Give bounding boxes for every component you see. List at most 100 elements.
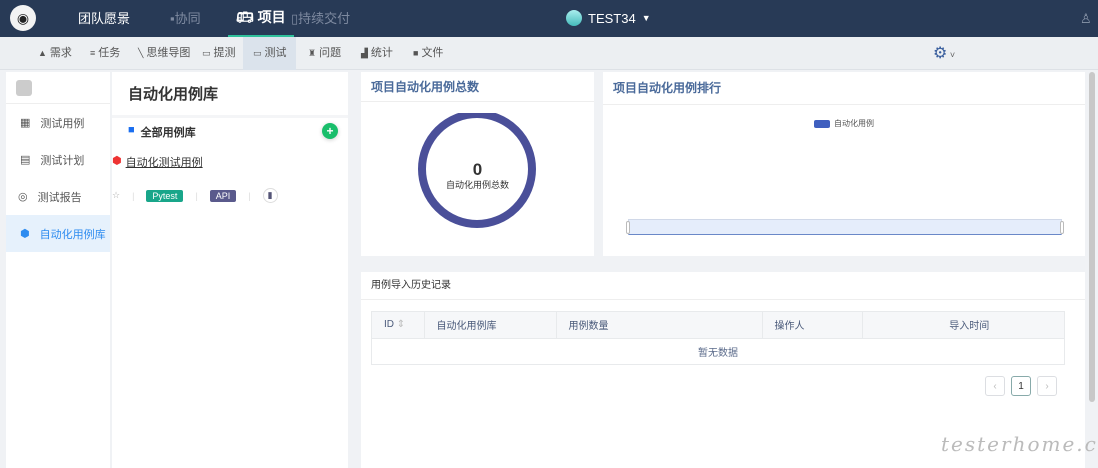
total-label: 自动化用例总数 [445, 180, 509, 190]
sidebar-item-test-report[interactable]: ◎ 测试报告 [6, 178, 110, 215]
user-icon[interactable]: ♙ [1080, 11, 1092, 27]
monitor-icon: ▭ [202, 48, 211, 58]
divider: | [195, 190, 198, 201]
collapse-toggle[interactable] [6, 72, 110, 104]
nav-project-label: 项目 [257, 9, 286, 25]
chart-legend[interactable]: 自动化用例 [814, 118, 874, 129]
col-count: 用例数量 [556, 312, 763, 339]
tag-api: API [209, 189, 237, 202]
report-icon: ◎ [18, 191, 28, 203]
label: 测试报告 [37, 191, 82, 204]
sidebar: ▦ 测试用例 ▤ 测试计划 ◎ 测试报告 ⬢ 自动化用例库 [6, 72, 110, 468]
page-1-button[interactable]: 1 [1011, 376, 1031, 396]
ranking-card: 项目自动化用例排行 自动化用例 [603, 72, 1085, 256]
label: 任务 [98, 47, 121, 59]
nav-project[interactable]: 🚌︎ 项目 [228, 0, 294, 37]
sidebar-item-test-plan[interactable]: ▤ 测试计划 [6, 141, 110, 178]
star-icon[interactable]: ☆ [112, 190, 120, 201]
library-title: 自动化用例库 [112, 72, 348, 118]
project-name: TEST34 [588, 10, 636, 26]
card-title: 项目自动化用例排行 [603, 72, 1085, 105]
top-bar: ◉ 团队愿景 ▪协同 🚌︎ 项目 ▯持续交付 TEST34 ▼ ♙ [0, 0, 1098, 37]
card-title: 项目自动化用例总数 [361, 72, 594, 102]
empty-message: 暂无数据 [698, 347, 738, 359]
label: 需求 [49, 47, 72, 59]
cube-icon: ⬢ [112, 155, 122, 167]
cube-icon: ⬢ [20, 228, 30, 240]
col-library: 自动化用例库 [424, 312, 557, 339]
label: 提测 [213, 47, 236, 59]
watermark: testerhome.com [941, 432, 1098, 456]
col-operator: 操作人 [762, 312, 863, 339]
caret-down-icon: ▼ [641, 13, 651, 23]
sidebar-item-automation-library[interactable]: ⬢ 自动化用例库 [6, 215, 110, 252]
col-import-time: 导入时间 [862, 312, 1064, 339]
label: 测试用例 [40, 117, 85, 130]
all-libraries[interactable]: ■ 全部用例库 [128, 124, 196, 140]
total-card: 项目自动化用例总数 0 自动化用例总数 [361, 72, 594, 256]
settings-gear-icon[interactable]: ⚙ ˅ [933, 43, 955, 63]
label: 问题 [319, 47, 342, 59]
subnav-requirements[interactable]: ▲ 需求 [34, 37, 76, 70]
col-id[interactable]: ID ⇕ [372, 312, 425, 339]
nav-collab-label: 协同 [174, 11, 201, 26]
project-selector[interactable]: TEST34 ▼ [566, 10, 651, 26]
legend-label: 自动化用例 [834, 119, 874, 128]
sub-nav: ▲ 需求 ≡ 任务 ╲ 思维导图 ▭ 提测 ▭ 测试 ♜ 问题 ▟ 统计 ■ 文件 ⚙ ˅ [0, 37, 1098, 70]
library-panel: 自动化用例库 ■ 全部用例库 + ⬢ 自动化测试用例 ☆ | Pytest | AP… [112, 72, 348, 468]
delete-trash-icon[interactable]: ▮ [262, 188, 278, 203]
collapse-icon [16, 80, 32, 96]
history-card: 用例导入历史记录 ID ⇕ 自动化用例库 用例数量 操作人 导入时间 暂无数据 … [361, 272, 1098, 468]
prev-page-button[interactable]: ‹ [985, 376, 1005, 396]
subnav-mindmap[interactable]: ╲ 思维导图 [134, 37, 194, 70]
bug-icon: ♜ [308, 48, 317, 58]
label: 统计 [370, 47, 393, 59]
tag-pytest: Pytest [146, 189, 184, 202]
subnav-issues[interactable]: ♜ 问题 [304, 37, 345, 70]
subnav-files[interactable]: ■ 文件 [409, 37, 447, 70]
brush-icon: ╲ [138, 48, 144, 58]
file-icon: ■ [413, 48, 419, 58]
list-icon: ≡ [90, 48, 96, 58]
divider: | [132, 190, 135, 201]
nav-collab[interactable]: ▪协同 [170, 0, 201, 37]
nav-delivery[interactable]: ▯持续交付 [291, 0, 350, 37]
folder-icon: ■ [128, 124, 135, 136]
next-page-button[interactable]: › [1037, 376, 1057, 396]
grid-icon: ▦ [20, 117, 31, 129]
nav-team-vision[interactable]: 团队愿景 [78, 0, 130, 37]
label: 测试计划 [40, 154, 85, 167]
subnav-stats[interactable]: ▟ 统计 [357, 37, 397, 70]
library-item[interactable]: ⬢ 自动化测试用例 [112, 154, 203, 170]
monitor-icon: ▭ [253, 48, 262, 58]
add-library-button[interactable]: + [322, 123, 338, 139]
pagination: ‹ 1 › [985, 376, 1057, 396]
datazoom-slider[interactable] [626, 219, 1064, 235]
library-item-name[interactable]: 自动化测试用例 [126, 154, 203, 170]
sidebar-item-test-cases[interactable]: ▦ 测试用例 [6, 104, 110, 141]
label: 测试 [264, 47, 287, 59]
subnav-tasks[interactable]: ≡ 任务 [86, 37, 124, 70]
label: 自动化用例库 [39, 228, 106, 241]
label: 全部用例库 [140, 127, 196, 139]
subnav-test[interactable]: ▭ 测试 [243, 37, 296, 70]
person-icon: ▲ [38, 48, 47, 58]
logo-eye-icon[interactable]: ◉ [10, 5, 36, 31]
slider-handle-right[interactable] [1060, 221, 1064, 234]
sort-icon[interactable]: ⇕ [397, 319, 405, 330]
table-header: ID ⇕ 自动化用例库 用例数量 操作人 导入时间 [372, 312, 1064, 339]
library-item-actions: ☆ | Pytest | API | ▮ [112, 188, 278, 203]
bar-chart-icon: ▟ [361, 48, 368, 58]
subnav-submit-test[interactable]: ▭ 提测 [198, 37, 240, 70]
project-avatar [566, 10, 582, 26]
history-table: ID ⇕ 自动化用例库 用例数量 操作人 导入时间 暂无数据 [371, 311, 1065, 365]
label: 文件 [421, 47, 444, 59]
legend-swatch [814, 119, 830, 128]
slider-handle-left[interactable] [626, 221, 630, 234]
total-value: 0 [472, 160, 483, 179]
label: 思维导图 [146, 47, 191, 59]
scrollbar[interactable] [1089, 72, 1095, 402]
bus-icon: 🚌︎ [236, 9, 254, 25]
divider: | [248, 190, 251, 201]
nav-delivery-label: 持续交付 [298, 11, 351, 26]
